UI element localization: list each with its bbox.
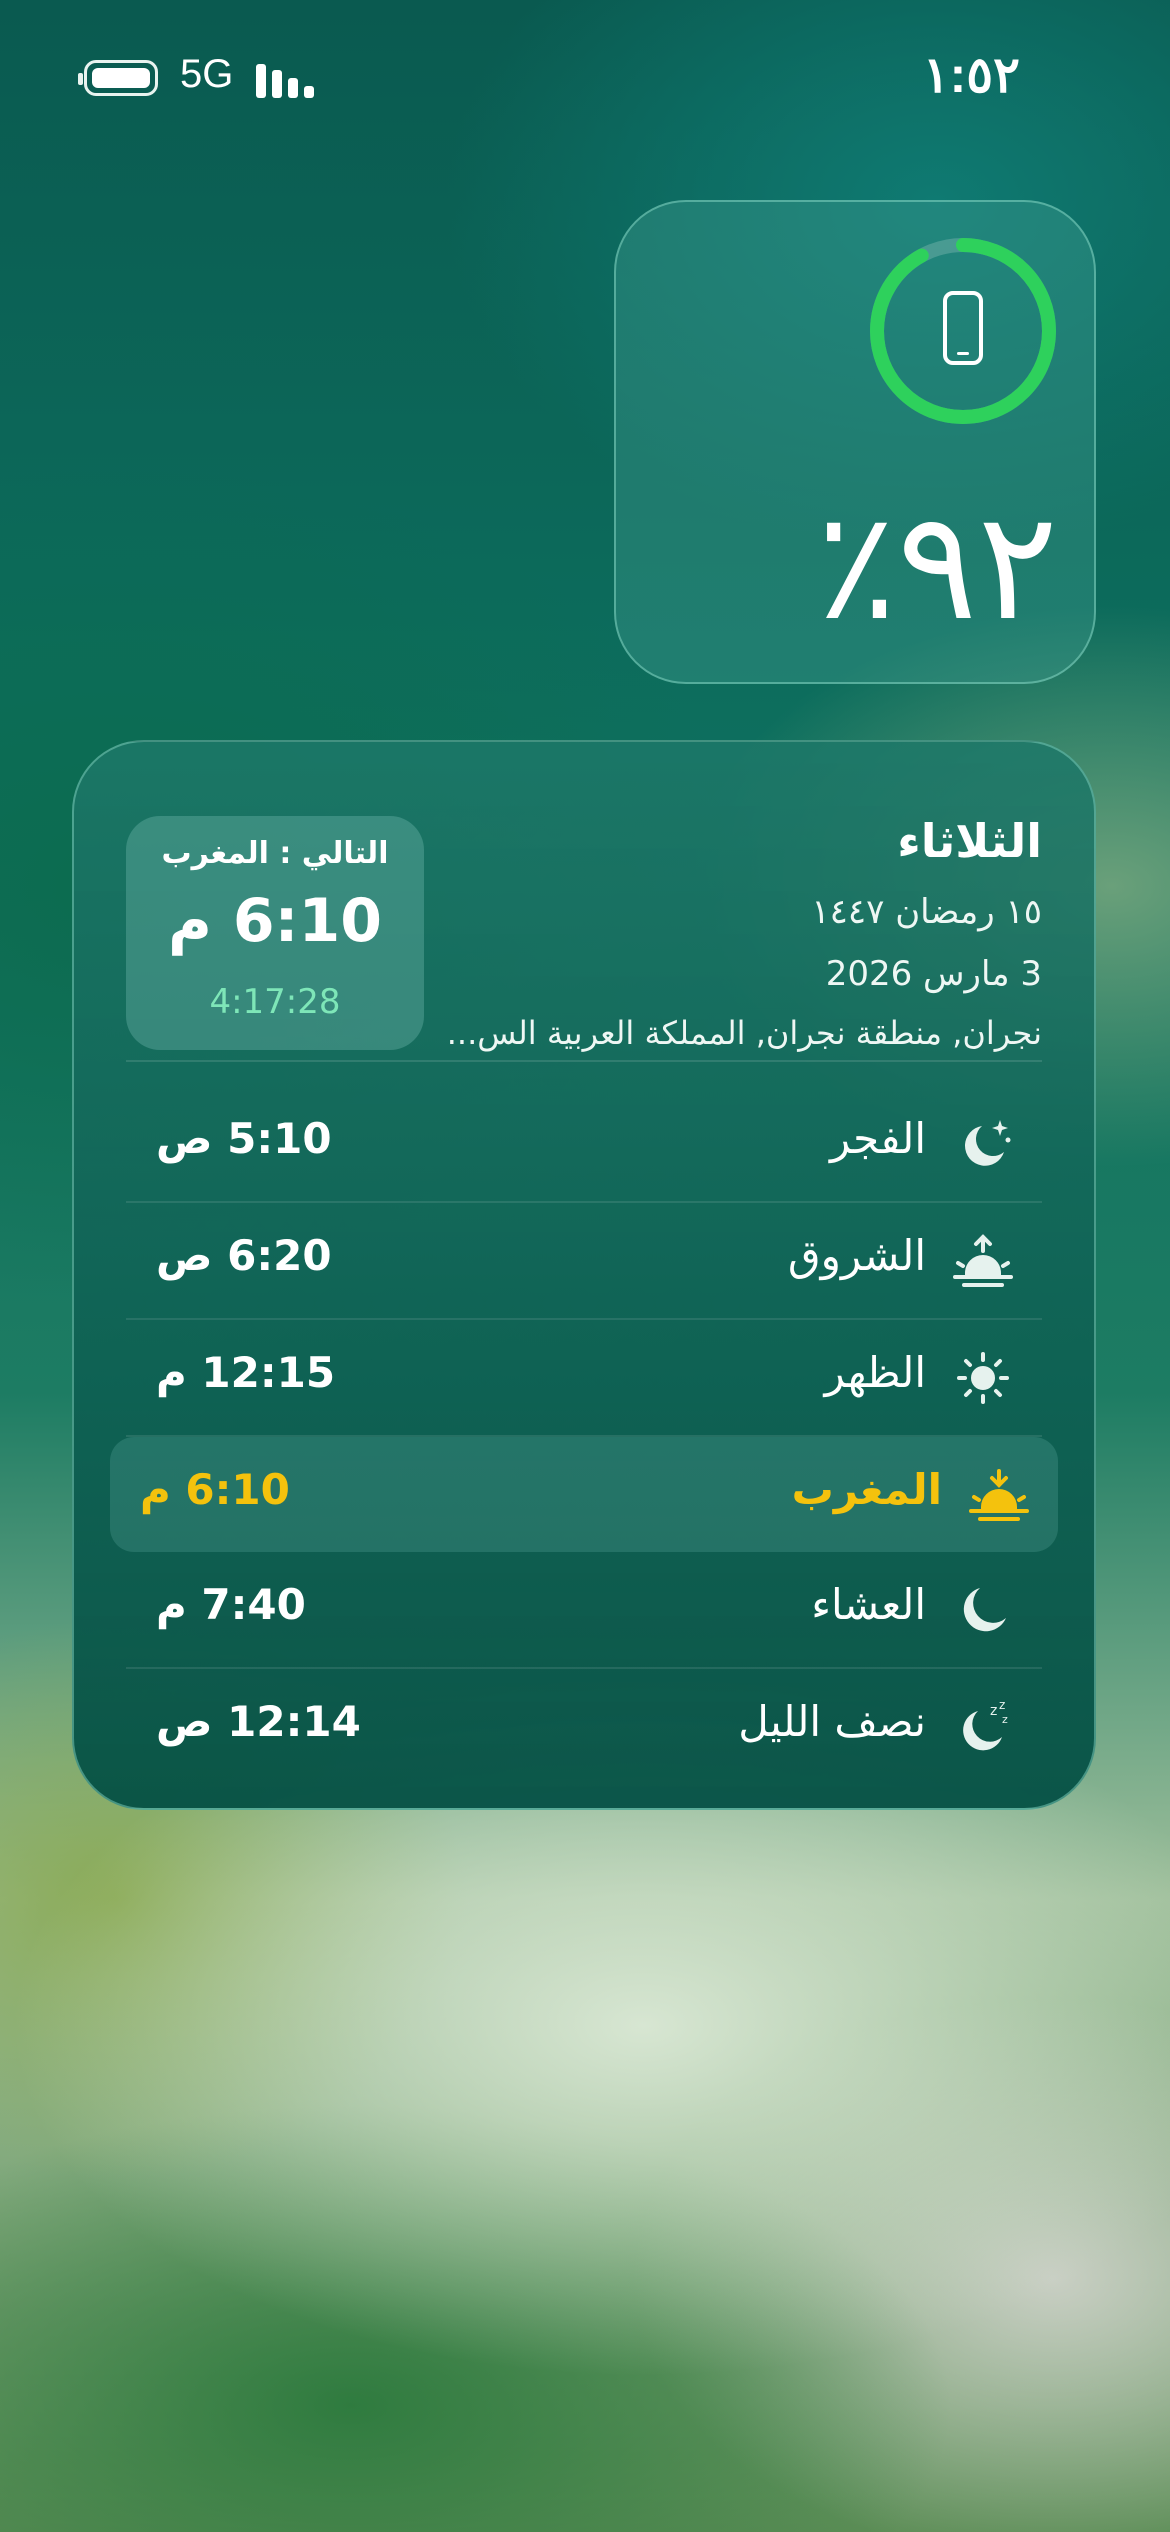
svg-text:z: z (1002, 1713, 1008, 1726)
prayer-time: 6:10 م (140, 1465, 290, 1514)
prayer-time: 6:20 ص (156, 1231, 332, 1280)
svg-text:z: z (999, 1699, 1005, 1712)
svg-text:z: z (990, 1703, 997, 1719)
location: نجران, منطقة نجران, المملكة العربية الس.… (446, 1014, 1042, 1052)
sunset-icon (968, 1467, 1030, 1523)
battery-ring (868, 236, 1058, 426)
next-prayer-card: التالي : المغرب 6:10 م 4:17:28 (126, 816, 424, 1050)
next-prayer-label: التالي : المغرب (161, 836, 389, 871)
prayer-name: نصف الليل (738, 1697, 926, 1746)
status-time: ١:٥٢ (922, 47, 1020, 103)
moon-icon (952, 1582, 1014, 1638)
gregorian-date: 3 مارس 2026 (825, 954, 1042, 994)
hijri-date: ١٥ رمضان ١٤٤٧ (811, 892, 1042, 932)
prayer-row: الفجر 5:10 ص (126, 1086, 1042, 1203)
prayer-row: المغرب 6:10 م (110, 1437, 1058, 1552)
signal-icon (256, 62, 316, 98)
next-prayer-time: 6:10 م (167, 886, 383, 956)
prayer-row: الشروق 6:20 ص (126, 1203, 1042, 1320)
prayer-time: 7:40 م (156, 1580, 306, 1629)
prayer-time: 12:15 م (156, 1348, 336, 1397)
prayer-times-widget[interactable]: الثلاثاء ١٥ رمضان ١٤٤٧ 3 مارس 2026 نجران… (72, 740, 1096, 1810)
prayer-time: 12:14 ص (156, 1697, 361, 1746)
prayer-time: 5:10 ص (156, 1114, 332, 1163)
status-bar: 5G ١:٥٢ (0, 0, 1170, 160)
divider (126, 1060, 1042, 1062)
network-type: 5G (180, 52, 234, 96)
prayer-list: الفجر 5:10 ص الشروق 6:20 ص الظهر 12:15 م المغر… (110, 1086, 1058, 1784)
sunrise-icon (952, 1233, 1014, 1289)
moon-stars-icon (952, 1116, 1014, 1172)
prayer-name: العشاء (811, 1580, 926, 1629)
prayer-name: الظهر (824, 1348, 926, 1397)
prayer-row: z z z نصف الليل 12:14 ص (126, 1669, 1042, 1784)
battery-widget[interactable]: ٪٩٢ (614, 200, 1096, 684)
day-name: الثلاثاء (897, 814, 1042, 868)
sun-icon (952, 1350, 1014, 1406)
prayer-name: المغرب (791, 1465, 942, 1514)
battery-icon (78, 60, 158, 96)
prayer-row: العشاء 7:40 م (126, 1552, 1042, 1669)
next-prayer-countdown: 4:17:28 (209, 982, 341, 1022)
prayer-row: الظهر 12:15 م (126, 1320, 1042, 1437)
moon-zzz-icon: zzz (952, 1698, 1014, 1755)
prayer-name: الفجر (830, 1114, 926, 1163)
battery-percent: ٪٩٢ (816, 480, 1058, 654)
phone-icon (943, 291, 983, 365)
prayer-name: الشروق (788, 1231, 926, 1280)
